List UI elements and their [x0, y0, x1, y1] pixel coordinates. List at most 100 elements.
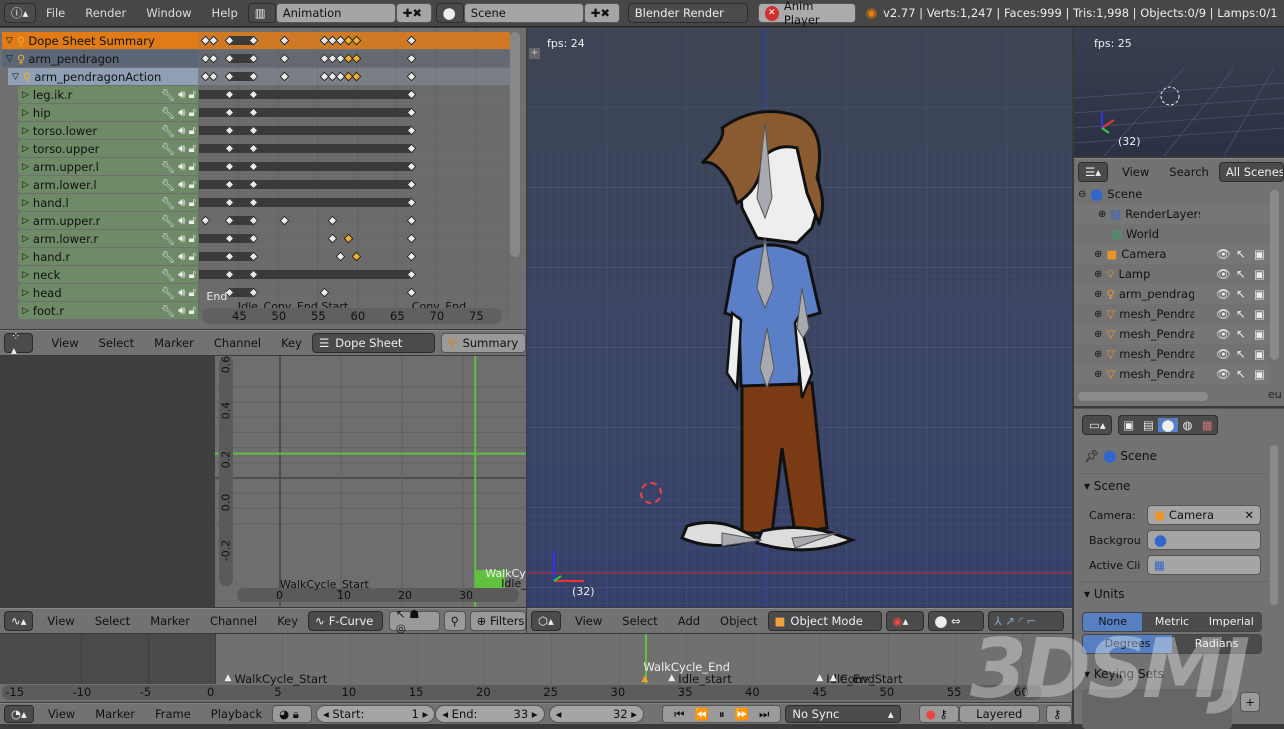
scene-name-field[interactable]: Scene — [463, 3, 584, 23]
ge-menu-select[interactable]: Select — [85, 614, 140, 628]
scene-selector[interactable]: ⬤ — [435, 3, 464, 23]
search-toggle[interactable]: ⚲ — [443, 611, 466, 631]
graph-marker[interactable]: WalkCycle_Start — [280, 578, 369, 591]
timeline-editor-type[interactable]: ◔▴ — [4, 705, 34, 723]
ds-menu-view[interactable]: View — [41, 336, 88, 350]
outliner-menu-view[interactable]: View — [1112, 165, 1159, 179]
add-region-button[interactable]: + — [529, 48, 540, 59]
preview-range-toggle[interactable]: ◕ 🔒︎ — [272, 705, 312, 723]
next-key-icon[interactable]: ⏩ — [735, 707, 749, 721]
channel-row[interactable]: ▷ hip 🔧︎ 🔊︎ 🔓︎ — [18, 104, 198, 121]
select-arrow-icon[interactable]: ↖ — [1236, 307, 1246, 321]
timeline-marker-icon[interactable]: ▲ — [668, 673, 675, 683]
render-camera-icon[interactable]: ▣ — [1254, 267, 1265, 281]
pause-icon[interactable]: ⏸ — [719, 707, 725, 722]
expand-arrow-icon[interactable]: ▷ — [22, 288, 29, 298]
3d-viewport[interactable]: fps: 24 + (32) — [527, 28, 1072, 607]
layout-name-field[interactable]: Animation — [275, 3, 396, 23]
manipulator-toggles[interactable]: ⅄ ↗ ◜ ⌐ — [987, 611, 1064, 631]
texture-tab-icon[interactable]: ▦ — [1197, 418, 1217, 432]
outliner-item[interactable]: ⊕ ▽mesh_Pendragon 👁︎ ↖ ▣ — [1074, 324, 1269, 344]
ge-menu-view[interactable]: View — [37, 614, 84, 628]
summary-toggle[interactable]: ⚲ Summary — [441, 333, 527, 353]
render-camera-icon[interactable]: ▣ — [1254, 287, 1265, 301]
expand-arrow-icon[interactable]: ▷ — [22, 252, 29, 262]
expand-icon[interactable]: ⊕ — [1098, 209, 1106, 220]
dopesheet-editor-type[interactable]: ⁘▴ — [4, 329, 34, 357]
ds-menu-select[interactable]: Select — [89, 336, 144, 350]
mute-icon[interactable]: 🔊︎ — [178, 105, 185, 120]
unit-none-button[interactable]: None — [1083, 613, 1143, 631]
tl-menu-marker[interactable]: Marker — [85, 707, 145, 721]
expand-icon[interactable]: ⊕ — [1094, 269, 1102, 280]
mute-icon[interactable]: 🔊︎ — [178, 123, 185, 138]
lock-icon[interactable]: 🔓︎ — [189, 231, 196, 246]
channel-row[interactable]: ▷ hand.l 🔧︎ 🔊︎ 🔓︎ — [18, 194, 198, 211]
outliner-display-mode[interactable]: All Scenes — [1218, 161, 1284, 182]
mute-icon[interactable]: 🔊︎ — [178, 141, 185, 156]
outliner-item[interactable]: ⊕ ■ Camera 👁︎ ↖ ▣ — [1074, 244, 1269, 264]
menu-file[interactable]: File — [36, 6, 75, 20]
keying-set-button[interactable]: ⚷ — [1046, 705, 1072, 723]
expand-arrow-icon[interactable]: ▷ — [22, 144, 29, 154]
render-camera-icon[interactable]: ▣ — [1254, 247, 1265, 261]
channel-row[interactable]: ▷ arm.lower.r 🔧︎ 🔊︎ 🔓︎ — [18, 230, 198, 247]
outliner-item[interactable]: ⊕ ▽mesh_Pendragon 👁︎ ↖ ▣ — [1074, 344, 1269, 364]
lock-icon[interactable]: 🔓︎ — [189, 123, 196, 138]
keying-sets-list[interactable] — [1082, 689, 1232, 729]
visibility-eye-icon[interactable]: 👁︎ — [1216, 247, 1231, 261]
expand-icon[interactable]: ⊕ — [1094, 309, 1102, 320]
wrench-icon[interactable]: 🔧︎ — [161, 286, 176, 300]
rotation-radians-button[interactable]: Radians — [1172, 635, 1261, 653]
visibility-eye-icon[interactable]: 👁︎ — [1216, 287, 1231, 301]
tl-menu-frame[interactable]: Frame — [145, 707, 201, 721]
expand-arrow-icon[interactable]: ▷ — [22, 234, 29, 244]
expand-arrow-icon[interactable]: ▷ — [22, 180, 29, 190]
channel-row[interactable]: ▷ leg.ik.r 🔧︎ 🔊︎ 🔓︎ — [18, 86, 198, 103]
outliner-vscroll[interactable] — [1270, 190, 1279, 360]
mute-icon[interactable]: 🔊︎ — [178, 213, 185, 228]
expand-arrow-icon[interactable]: ▷ — [22, 162, 29, 172]
expand-icon[interactable]: ⊕ — [1094, 329, 1102, 340]
menu-help[interactable]: Help — [202, 6, 248, 20]
prev-key-icon[interactable]: ⏪ — [694, 707, 708, 721]
mute-icon[interactable]: 🔊︎ — [178, 159, 185, 174]
render-camera-icon[interactable]: ▣ — [1254, 327, 1265, 341]
lock-icon[interactable]: 🔓︎ — [189, 195, 196, 210]
timeline-marker-label[interactable]: Conv_Start — [840, 672, 903, 686]
properties-editor-type[interactable]: ▭▴ — [1082, 415, 1112, 435]
wrench-icon[interactable]: 🔧︎ — [161, 124, 176, 138]
graph-editor-type[interactable]: ∿▴ — [4, 611, 34, 631]
units-panel-header[interactable]: ▾ Units — [1084, 587, 1125, 601]
wrench-icon[interactable]: 🔧︎ — [161, 88, 176, 102]
renderlayers-tab-icon[interactable]: ▤ — [1139, 418, 1159, 432]
expand-arrow-icon[interactable]: ▷ — [22, 198, 29, 208]
expand-icon[interactable]: ⊕ — [1094, 369, 1102, 380]
add-layout-button[interactable]: ✚✖ — [395, 3, 432, 23]
keying-sets-panel-header[interactable]: ▾ Keying Sets — [1084, 667, 1164, 681]
collapse-icon[interactable]: ⊖ — [1078, 189, 1086, 200]
outliner-item[interactable]: ⊖ ⬤ Scene — [1074, 184, 1269, 204]
channel-row[interactable]: ▷ arm.upper.r 🔧︎ 🔊︎ 🔓︎ — [18, 212, 198, 229]
ge-menu-marker[interactable]: Marker — [140, 614, 200, 628]
wrench-icon[interactable]: 🔧︎ — [161, 250, 176, 264]
channel-row[interactable]: ▷ torso.upper 🔧︎ 🔊︎ 🔓︎ — [18, 140, 198, 157]
expand-arrow-icon[interactable]: ▷ — [22, 108, 29, 118]
graph-mode-select[interactable]: ∿ F-Curve — [308, 611, 383, 631]
dopesheet-mode-select[interactable]: ☰ Dope Sheet — [311, 333, 436, 353]
select-arrow-icon[interactable]: ↖ — [1236, 367, 1246, 381]
lock-icon[interactable]: 🔓︎ — [189, 159, 196, 174]
wrench-icon[interactable]: 🔧︎ — [161, 214, 176, 228]
pin-icon[interactable]: 📌︎ — [1084, 449, 1099, 463]
outliner-item[interactable]: ⊕ ▽mesh_Pendragon 👁︎ ↖ ▣ — [1074, 364, 1269, 384]
visibility-eye-icon[interactable]: 👁︎ — [1216, 347, 1231, 361]
playback-controls[interactable]: ⏮ ⏪ ⏸ ⏩ ⏭ — [662, 705, 782, 723]
properties-context-tabs[interactable]: ▣ ▤ ⬤ ◍ ▦ — [1118, 415, 1218, 435]
background-scene-field[interactable]: ⬤ — [1147, 530, 1261, 550]
dopesheet-scrollbar[interactable] — [510, 32, 520, 257]
expand-arrow-icon[interactable]: ▷ — [22, 126, 29, 136]
menu-window[interactable]: Window — [136, 6, 201, 20]
channel-row[interactable]: ▷ neck 🔧︎ 🔊︎ 🔓︎ — [18, 266, 198, 283]
vp-menu-select[interactable]: Select — [612, 614, 667, 628]
graph-marker-idle[interactable]: Idle_start — [501, 577, 526, 590]
